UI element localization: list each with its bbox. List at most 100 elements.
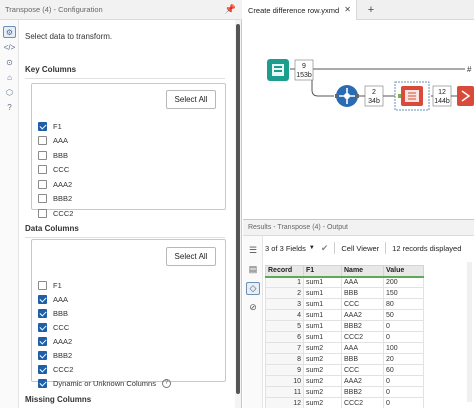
new-tab-button[interactable]: + bbox=[364, 3, 378, 17]
column-checkbox-row[interactable]: Dynamic or Unknown Columns? bbox=[38, 377, 171, 389]
table-cell[interactable]: sum2 bbox=[303, 386, 342, 398]
cell-viewer-selector[interactable]: Cell Viewer bbox=[341, 244, 379, 253]
table-cell[interactable]: 6 bbox=[265, 331, 304, 343]
table-cell[interactable]: sum1 bbox=[303, 298, 342, 310]
table-cell[interactable]: 20 bbox=[383, 353, 424, 365]
transpose-tool[interactable] bbox=[398, 86, 423, 106]
checkbox[interactable] bbox=[38, 136, 47, 145]
table-row[interactable]: 10 sum2 AAA2 0 bbox=[265, 375, 424, 387]
table-cell[interactable]: BBB2 bbox=[341, 320, 384, 332]
table-cell[interactable]: 1 bbox=[265, 276, 304, 288]
table-cell[interactable]: 0 bbox=[383, 320, 424, 332]
checkbox[interactable] bbox=[38, 179, 47, 189]
table-cell[interactable]: BBB bbox=[341, 353, 384, 365]
table-cell[interactable]: 3 bbox=[265, 298, 304, 310]
help-icon[interactable]: ? bbox=[161, 378, 171, 388]
table-cell[interactable]: sum2 bbox=[303, 397, 342, 408]
checkbox[interactable] bbox=[38, 350, 47, 360]
table-cell[interactable]: 150 bbox=[383, 287, 424, 299]
table-row[interactable]: 6 sum1 CCC2 0 bbox=[265, 331, 424, 343]
help-icon[interactable]: ? bbox=[3, 101, 16, 113]
table-cell[interactable]: AAA2 bbox=[341, 375, 384, 387]
list-view-icon[interactable]: ▤ bbox=[246, 263, 260, 276]
table-cell[interactable]: BBB bbox=[341, 287, 384, 299]
key-select-all-button[interactable]: Select All bbox=[166, 90, 216, 109]
gear-icon[interactable]: ⚙ bbox=[3, 26, 16, 38]
table-cell[interactable]: sum1 bbox=[303, 309, 342, 321]
checkbox[interactable] bbox=[38, 294, 47, 304]
table-cell[interactable]: 8 bbox=[265, 353, 304, 365]
checkbox[interactable] bbox=[38, 322, 47, 332]
column-checkbox-row[interactable]: BBB bbox=[38, 307, 68, 319]
table-cell[interactable]: AAA bbox=[341, 342, 384, 354]
table-cell[interactable]: 0 bbox=[383, 386, 424, 398]
table-row[interactable]: 11 sum2 BBB2 0 bbox=[265, 386, 424, 398]
checkbox[interactable] bbox=[38, 208, 47, 218]
checkbox[interactable] bbox=[38, 308, 47, 318]
no-entry-icon[interactable]: ⊘ bbox=[246, 301, 260, 314]
table-cell[interactable]: CCC2 bbox=[341, 331, 384, 343]
column-checkbox-row[interactable]: BBB2 bbox=[38, 349, 72, 361]
table-cell[interactable]: 0 bbox=[383, 331, 424, 343]
table-cell[interactable]: 60 bbox=[383, 364, 424, 376]
tag-view-icon[interactable]: ◇ bbox=[246, 282, 260, 295]
next-tool-partial[interactable] bbox=[457, 86, 474, 106]
column-checkbox-row[interactable]: AAA bbox=[38, 135, 68, 147]
table-cell[interactable]: 10 bbox=[265, 375, 304, 387]
table-cell[interactable]: sum2 bbox=[303, 342, 342, 354]
table-cell[interactable]: 2 bbox=[265, 287, 304, 299]
column-checkbox-row[interactable]: CCC bbox=[38, 321, 69, 333]
checkbox[interactable] bbox=[38, 336, 47, 346]
checkbox[interactable] bbox=[38, 121, 47, 131]
input-data-tool[interactable] bbox=[267, 59, 289, 81]
column-checkbox-row[interactable]: AAA bbox=[38, 293, 68, 305]
table-cell[interactable]: 50 bbox=[383, 309, 424, 321]
column-checkbox-row[interactable]: BBB2 bbox=[38, 193, 72, 205]
table-cell[interactable]: CCC bbox=[341, 364, 384, 376]
table-cell[interactable]: sum2 bbox=[303, 375, 342, 387]
table-cell[interactable]: 200 bbox=[383, 276, 424, 288]
table-cell[interactable]: sum1 bbox=[303, 331, 342, 343]
column-checkbox-row[interactable]: CCC bbox=[38, 164, 69, 176]
table-row[interactable]: 7 sum2 AAA 100 bbox=[265, 342, 424, 354]
table-cell[interactable]: sum1 bbox=[303, 320, 342, 332]
table-cell[interactable]: 100 bbox=[383, 342, 424, 354]
table-row[interactable]: 2 sum1 BBB 150 bbox=[265, 287, 424, 299]
fields-chevron-icon[interactable]: ▼ bbox=[309, 245, 315, 251]
table-cell[interactable]: AAA2 bbox=[341, 309, 384, 321]
column-checkbox-row[interactable]: CCC2 bbox=[38, 207, 73, 219]
table-cell[interactable]: AAA bbox=[341, 276, 384, 288]
workflow-canvas[interactable]: # 9 153b 2 34b 12 144b bbox=[243, 20, 474, 212]
pin-icon[interactable]: 📌 bbox=[225, 4, 236, 15]
code-icon[interactable]: </> bbox=[3, 41, 16, 53]
cube-icon[interactable]: ⬡ bbox=[3, 86, 16, 98]
checkbox[interactable] bbox=[38, 165, 47, 174]
table-cell[interactable]: 7 bbox=[265, 342, 304, 354]
column-checkbox-row[interactable]: CCC2 bbox=[38, 363, 73, 375]
table-row[interactable]: 9 sum2 CCC 60 bbox=[265, 364, 424, 376]
column-header[interactable]: Record bbox=[265, 265, 304, 278]
table-cell[interactable]: BBB2 bbox=[341, 386, 384, 398]
configuration-scroll-thumb[interactable] bbox=[236, 24, 240, 394]
table-cell[interactable]: CCC2 bbox=[341, 397, 384, 408]
connection-icon[interactable]: ⊙ bbox=[3, 56, 16, 68]
checkbox[interactable] bbox=[38, 364, 47, 374]
table-cell[interactable]: 9 bbox=[265, 364, 304, 376]
column-checkbox-row[interactable]: AAA2 bbox=[38, 178, 72, 190]
column-checkbox-row[interactable]: AAA2 bbox=[38, 335, 72, 347]
table-cell[interactable]: sum2 bbox=[303, 353, 342, 365]
column-checkbox-row[interactable]: F1 bbox=[38, 279, 62, 291]
fields-selector[interactable]: 3 of 3 Fields bbox=[265, 244, 306, 253]
column-checkbox-row[interactable]: F1 bbox=[38, 120, 62, 132]
table-cell[interactable]: 0 bbox=[383, 397, 424, 408]
column-header[interactable]: Name bbox=[341, 265, 384, 278]
column-header[interactable]: Value bbox=[383, 265, 424, 278]
checkbox[interactable] bbox=[38, 194, 47, 203]
column-checkbox-row[interactable]: BBB bbox=[38, 149, 68, 161]
table-cell[interactable]: sum2 bbox=[303, 364, 342, 376]
check-icon[interactable]: ✔ bbox=[321, 243, 329, 254]
table-row[interactable]: 4 sum1 AAA2 50 bbox=[265, 309, 424, 321]
table-row[interactable]: 5 sum1 BBB2 0 bbox=[265, 320, 424, 332]
table-row[interactable]: 3 sum1 CCC 80 bbox=[265, 298, 424, 310]
workflow-tab[interactable]: Create difference row.yxmd ✕ bbox=[243, 0, 357, 20]
